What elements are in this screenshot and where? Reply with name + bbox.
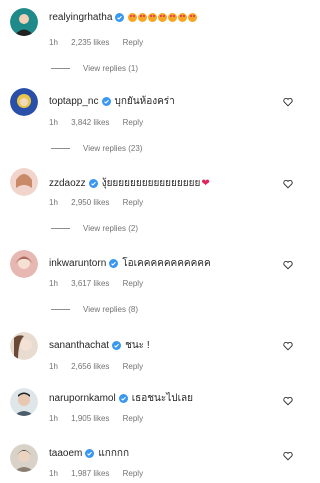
like-count[interactable]: 2,235 likes bbox=[71, 38, 109, 47]
comment-text: โอเคคคคคคคคคคค bbox=[122, 258, 211, 269]
avatar[interactable] bbox=[10, 388, 38, 416]
avatar[interactable] bbox=[10, 332, 38, 360]
username[interactable]: zzdaozz bbox=[49, 178, 86, 189]
star-struck-icon bbox=[138, 12, 148, 22]
verified-icon bbox=[101, 97, 111, 106]
username[interactable]: sananthachat bbox=[49, 340, 109, 351]
like-count[interactable]: 1,905 likes bbox=[71, 414, 109, 423]
username[interactable]: inkwaruntorn bbox=[49, 258, 106, 269]
comment-text: งุ้ยยยยยยยยยยยยยยยย bbox=[101, 178, 201, 189]
star-struck-icon bbox=[178, 12, 188, 22]
avatar[interactable] bbox=[10, 168, 38, 196]
verified-icon bbox=[88, 179, 98, 188]
view-replies-button[interactable]: View replies (1) bbox=[51, 64, 138, 73]
comment-time: 1h bbox=[49, 279, 58, 288]
avatar[interactable] bbox=[10, 88, 38, 116]
divider bbox=[51, 148, 70, 149]
like-count[interactable]: 3,617 likes bbox=[71, 279, 109, 288]
divider bbox=[51, 309, 70, 310]
emoji-string bbox=[128, 12, 198, 23]
comment-text: เธอชนะไปเลย bbox=[131, 393, 194, 404]
view-replies-label: View replies (8) bbox=[83, 305, 138, 314]
avatar[interactable] bbox=[10, 444, 38, 472]
username[interactable]: toptapp_nc bbox=[49, 96, 99, 107]
star-struck-icon bbox=[128, 12, 138, 22]
username[interactable]: taaoem bbox=[49, 448, 82, 459]
like-heart-icon[interactable] bbox=[283, 179, 293, 189]
view-replies-label: View replies (2) bbox=[83, 224, 138, 233]
view-replies-label: View replies (23) bbox=[83, 144, 143, 153]
like-count[interactable]: 3,842 likes bbox=[71, 118, 109, 127]
verified-icon bbox=[115, 13, 125, 22]
comment-time: 1h bbox=[49, 414, 58, 423]
avatar[interactable] bbox=[10, 8, 38, 36]
comment-text: ชนะ ! bbox=[125, 340, 150, 351]
reply-button[interactable]: Reply bbox=[123, 279, 143, 288]
view-replies-button[interactable]: View replies (23) bbox=[51, 144, 142, 153]
star-struck-icon bbox=[148, 12, 158, 22]
comment-text: แกกกก bbox=[98, 448, 130, 459]
username[interactable]: realyingrhatha bbox=[49, 12, 112, 23]
like-heart-icon[interactable] bbox=[283, 396, 293, 406]
reply-button[interactable]: Reply bbox=[123, 38, 143, 47]
comment-time: 1h bbox=[49, 118, 58, 127]
reply-button[interactable]: Reply bbox=[123, 198, 143, 207]
divider bbox=[51, 228, 70, 229]
comment-time: 1h bbox=[49, 362, 58, 371]
avatar[interactable] bbox=[10, 250, 38, 278]
star-struck-icon bbox=[188, 12, 198, 22]
divider bbox=[51, 68, 70, 69]
view-replies-button[interactable]: View replies (2) bbox=[51, 224, 138, 233]
like-heart-icon[interactable] bbox=[283, 260, 293, 270]
star-struck-icon bbox=[168, 12, 178, 22]
comment-text: บุกยันห้องคร่า bbox=[114, 96, 175, 107]
username[interactable]: narupornkamol bbox=[49, 393, 116, 404]
verified-icon bbox=[118, 394, 128, 403]
like-heart-icon[interactable] bbox=[283, 341, 293, 351]
verified-icon bbox=[109, 259, 119, 268]
verified-icon bbox=[112, 341, 122, 350]
reply-button[interactable]: Reply bbox=[123, 414, 143, 423]
verified-icon bbox=[85, 449, 95, 458]
like-heart-icon[interactable] bbox=[283, 97, 293, 107]
star-struck-icon bbox=[158, 12, 168, 22]
view-replies-label: View replies (1) bbox=[83, 64, 138, 73]
comment-time: 1h bbox=[49, 469, 58, 478]
view-replies-button[interactable]: View replies (8) bbox=[51, 305, 138, 314]
like-count[interactable]: 1,987 likes bbox=[71, 469, 109, 478]
comment-time: 1h bbox=[49, 38, 58, 47]
red-heart-icon: ❤ bbox=[201, 178, 210, 189]
reply-button[interactable]: Reply bbox=[123, 362, 143, 371]
comment-time: 1h bbox=[49, 198, 58, 207]
like-count[interactable]: 2,656 likes bbox=[71, 362, 109, 371]
like-count[interactable]: 2,950 likes bbox=[71, 198, 109, 207]
like-heart-icon[interactable] bbox=[283, 451, 293, 461]
reply-button[interactable]: Reply bbox=[123, 469, 143, 478]
reply-button[interactable]: Reply bbox=[123, 118, 143, 127]
